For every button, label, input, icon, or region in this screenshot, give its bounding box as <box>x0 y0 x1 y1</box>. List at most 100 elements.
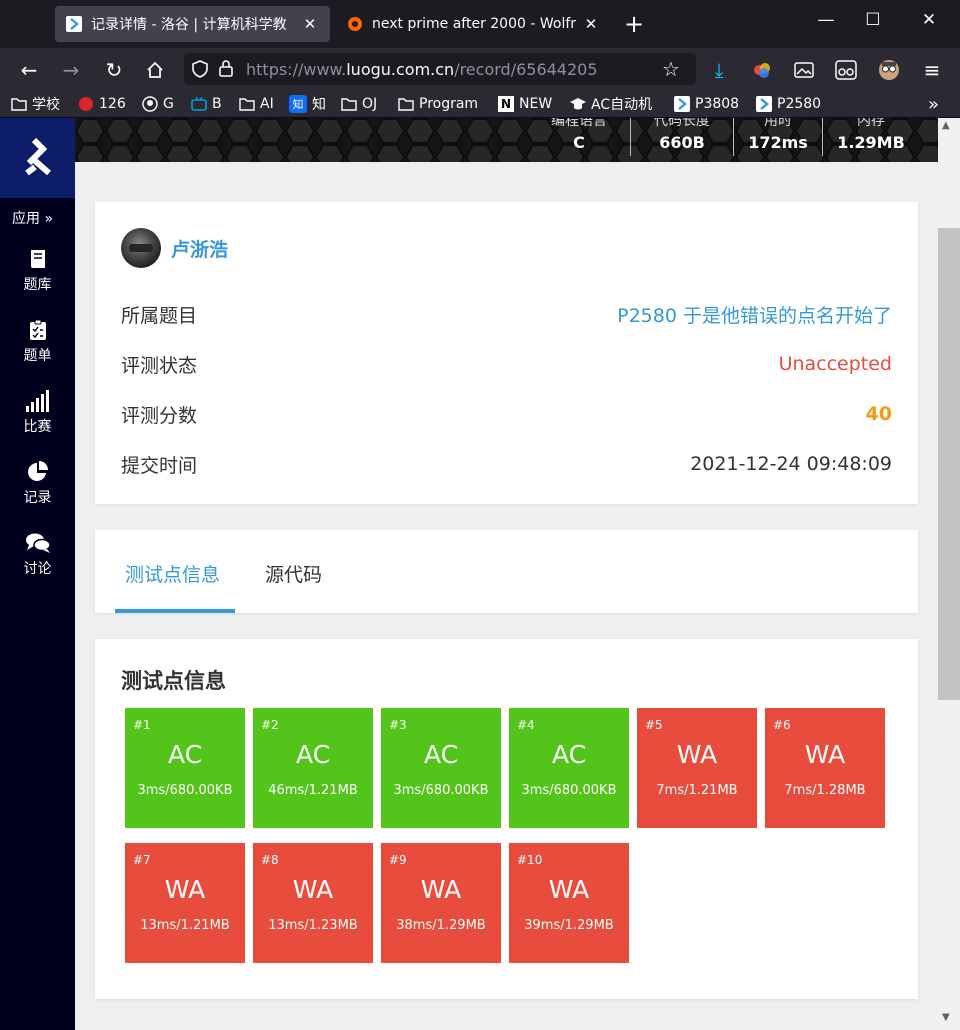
bookmark-p2580[interactable]: P2580 <box>756 94 821 114</box>
tab-test-cases[interactable]: 测试点信息 <box>125 560 220 587</box>
sidebar-item-problems[interactable]: 题库 <box>0 246 75 294</box>
stat-time-used: 用时 172ms <box>740 118 816 162</box>
avatar[interactable] <box>121 228 161 268</box>
test-case-tile[interactable]: #1 AC 3ms/680.00KB <box>125 708 245 828</box>
sidebar-item-problem-lists[interactable]: 题单 <box>0 317 75 365</box>
book-icon <box>25 246 51 272</box>
graduation-cap-icon <box>570 96 586 112</box>
shield-icon[interactable] <box>192 60 208 82</box>
test-case-number: #7 <box>133 853 151 867</box>
bookmark-bilibili[interactable]: B <box>191 94 222 114</box>
sidebar-item-label: 题库 <box>23 277 52 293</box>
extension-color-icon[interactable] <box>748 56 776 84</box>
bookmark-new[interactable]: N NEW <box>498 94 552 114</box>
bookmark-github[interactable]: G <box>142 94 174 114</box>
browser-tab-wolfram[interactable]: next prime after 2000 - Wolfr ✕ <box>336 6 611 42</box>
test-case-number: #2 <box>261 718 279 732</box>
menu-hamburger-icon[interactable]: ≡ <box>918 56 946 84</box>
home-icon[interactable] <box>141 56 169 84</box>
folder-icon <box>11 96 27 112</box>
submitter[interactable]: 卢浙浩 <box>121 228 228 268</box>
test-case-tile[interactable]: #9 WA 38ms/1.29MB <box>381 843 501 963</box>
close-tab-icon[interactable]: ✕ <box>300 15 320 33</box>
bookmark-p3808[interactable]: P3808 <box>674 94 739 114</box>
bookmark-folder-school[interactable]: 学校 <box>11 94 60 114</box>
close-tab-icon[interactable]: ✕ <box>581 15 601 33</box>
test-case-tile[interactable]: #3 AC 3ms/680.00KB <box>381 708 501 828</box>
stat-divider <box>822 118 823 156</box>
reader-extension-icon[interactable] <box>832 56 860 84</box>
download-icon[interactable]: ⤓ <box>705 56 733 84</box>
forward-arrow-icon[interactable]: → <box>57 56 85 84</box>
maximize-window-icon[interactable]: ☐ <box>858 10 888 30</box>
problem-label: 所属题目 <box>121 304 198 327</box>
tab-source-code[interactable]: 源代码 <box>265 560 322 587</box>
folder-icon <box>239 96 255 112</box>
sidebar-item-records[interactable]: 记录 <box>0 459 75 507</box>
clipboard-icon <box>25 317 51 343</box>
account-avatar-icon[interactable] <box>875 56 903 84</box>
more-bookmarks-chevron-icon[interactable]: » <box>928 94 939 115</box>
lock-icon[interactable] <box>218 59 234 81</box>
test-case-tile[interactable]: #5 WA 7ms/1.21MB <box>637 708 757 828</box>
stat-label: 代码长度 <box>654 118 710 129</box>
test-case-tile[interactable]: #6 WA 7ms/1.28MB <box>765 708 885 828</box>
browser-nav-bar: ← → ↻ https://www.luogu.com.cn/record/65… <box>0 48 960 90</box>
bookmark-zhihu[interactable]: 知知 <box>289 94 326 114</box>
bookmark-folder-ai[interactable]: AI <box>239 94 274 114</box>
test-case-tile[interactable]: #10 WA 39ms/1.29MB <box>509 843 629 963</box>
submit-time-value: 2021-12-24 09:48:09 <box>690 453 892 475</box>
sidebar-item-contests[interactable]: 比赛 <box>0 388 75 436</box>
browser-tab-luogu[interactable]: 记录详情 - 洛谷 | 计算机科学教 ✕ <box>55 6 330 42</box>
luogu-favicon-icon <box>65 15 83 33</box>
minimize-window-icon[interactable]: — <box>811 10 841 30</box>
stat-divider <box>630 118 631 156</box>
test-case-time-memory: 3ms/680.00KB <box>521 783 617 798</box>
bookmark-ac-automaton[interactable]: AC自动机 <box>570 94 652 114</box>
problem-row: 所属题目 P2580 于是他错误的点名开始了 <box>121 299 892 329</box>
bookmark-126[interactable]: 126 <box>78 94 126 114</box>
test-case-time-memory: 3ms/680.00KB <box>137 783 233 798</box>
test-case-tile[interactable]: #8 WA 13ms/1.23MB <box>253 843 373 963</box>
site-sidebar: 应用 » 题库 题单 比赛 记录 讨论 <box>0 118 75 1030</box>
tab-title: 记录详情 - 洛谷 | 计算机科学教 <box>91 17 287 33</box>
test-case-tile[interactable]: #4 AC 3ms/680.00KB <box>509 708 629 828</box>
notion-icon: N <box>498 96 514 112</box>
bookmark-folder-oj[interactable]: OJ <box>341 94 377 114</box>
url-text[interactable]: https://www.luogu.com.cn/record/65644205 <box>246 60 598 79</box>
test-case-number: #1 <box>133 718 151 732</box>
problem-link[interactable]: P2580 于是他错误的点名开始了 <box>617 301 892 328</box>
bookmarks-bar: 学校 126 G B AI 知知 OJ Program N NEW AC自动机 P… <box>0 90 960 118</box>
sidebar-item-label: 记录 <box>23 490 52 506</box>
luogu-logo[interactable] <box>0 118 75 198</box>
github-icon <box>142 96 158 112</box>
star-bookmark-icon[interactable]: ☆ <box>662 57 680 81</box>
folder-icon <box>341 96 357 112</box>
apps-toggle[interactable]: 应用 » <box>12 208 53 228</box>
score-label: 评测分数 <box>121 404 198 427</box>
test-case-time-memory: 7ms/1.28MB <box>784 783 866 798</box>
page-scrollbar[interactable]: ▲ ▼ <box>938 118 960 1030</box>
score-value: 40 <box>865 403 892 425</box>
sidebar-item-discussions[interactable]: 讨论 <box>0 530 75 578</box>
active-tab-indicator <box>115 609 235 613</box>
wolfram-favicon-icon <box>346 15 364 33</box>
close-window-icon[interactable]: ✕ <box>914 10 944 30</box>
bookmark-folder-program[interactable]: Program <box>398 94 478 114</box>
back-arrow-icon[interactable]: ← <box>15 56 43 84</box>
scrollbar-thumb[interactable] <box>938 228 960 700</box>
test-case-time-memory: 39ms/1.29MB <box>524 918 614 933</box>
scroll-down-arrow-icon[interactable]: ▼ <box>942 1012 950 1023</box>
test-case-tile[interactable]: #2 AC 46ms/1.21MB <box>253 708 373 828</box>
username-link[interactable]: 卢浙浩 <box>171 235 228 262</box>
test-case-tile[interactable]: #7 WA 13ms/1.21MB <box>125 843 245 963</box>
url-bar[interactable]: https://www.luogu.com.cn/record/65644205… <box>184 53 696 85</box>
scroll-up-arrow-icon[interactable]: ▲ <box>942 120 950 131</box>
stat-value: 660B <box>659 133 705 152</box>
record-info-card: 卢浙浩 所属题目 P2580 于是他错误的点名开始了 评测状态 Unaccept… <box>95 202 918 504</box>
stat-memory: 内存 1.29MB <box>829 118 913 162</box>
reload-icon[interactable]: ↻ <box>100 56 128 84</box>
new-tab-button[interactable]: + <box>622 10 646 38</box>
screenshot-extension-icon[interactable] <box>790 56 818 84</box>
test-case-result: WA <box>164 875 206 904</box>
